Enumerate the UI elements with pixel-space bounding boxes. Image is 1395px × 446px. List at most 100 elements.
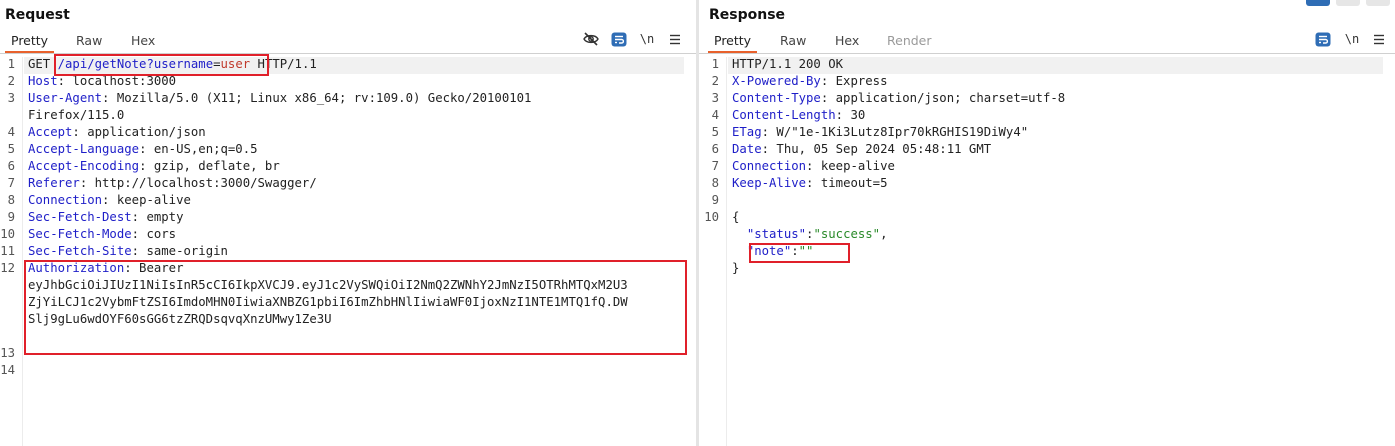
header-name: Date [732, 142, 762, 156]
header-value: : Thu, 05 Sep 2024 05:48:11 GMT [761, 142, 992, 156]
json-key: "status" [746, 227, 807, 241]
line-number: 13 [0, 346, 15, 360]
wrap-icon[interactable] [1313, 30, 1333, 48]
layout-button[interactable] [1336, 0, 1360, 6]
header-value: : timeout=5 [806, 176, 888, 190]
header-name: ETag [732, 125, 762, 139]
code-line: Keep-Alive: timeout=5 [732, 176, 887, 190]
code-line: Firefox/115.0 [28, 108, 124, 122]
response-pane: Response Pretty Raw Hex Render \n 1 HTTP/… [699, 0, 1395, 446]
header-name: Connection [732, 159, 807, 173]
request-pane: Request Pretty Raw Hex \n 1 GET /api/getN… [0, 0, 696, 446]
line-number: 5 [711, 125, 719, 139]
json-punct: , [880, 227, 888, 241]
line-number: 1 [7, 57, 15, 71]
line-number: 9 [7, 210, 15, 224]
layout-button[interactable] [1306, 0, 1330, 6]
code-line: ETag: W/"1e-1Ki3Lutz8Ipr70kRGHIS19DiWy4" [732, 125, 1028, 139]
response-editor[interactable]: 1 HTTP/1.1 200 OK 2 X-Powered-By: Express 3 C… [699, 57, 1395, 446]
request-title: Request [5, 7, 70, 23]
code-line: } [732, 261, 739, 275]
tab-hex[interactable]: Hex [835, 33, 859, 48]
header-name: Sec-Fetch-Dest [28, 210, 132, 224]
response-title: Response [709, 7, 786, 23]
line-number: 10 [0, 227, 15, 241]
header-name: Connection [28, 193, 103, 207]
line-number: 8 [711, 176, 719, 190]
line-number: 3 [711, 91, 719, 105]
code-line: Connection: keep-alive [28, 193, 191, 207]
header-value: : empty [131, 210, 184, 224]
line-number: 14 [0, 363, 15, 377]
code-line: HTTP/1.1 200 OK [732, 57, 843, 71]
code-line: Sec-Fetch-Dest: empty [28, 210, 183, 224]
note-highlight-box [749, 243, 850, 263]
header-value: : Express [820, 74, 888, 88]
wrap-icon[interactable] [609, 30, 629, 48]
code-line: Referer: http://localhost:3000/Swagger/ [28, 176, 317, 190]
line-number: 9 [711, 193, 719, 207]
header-name: Accept [28, 125, 73, 139]
line-number: 2 [711, 74, 719, 88]
header-value: : http://localhost:3000/Swagger/ [79, 176, 317, 190]
header-value: : localhost:3000 [57, 74, 177, 88]
code-line: Content-Type: application/json; charset=… [732, 91, 1065, 105]
tab-raw[interactable]: Raw [780, 33, 806, 48]
code-line: { [732, 210, 739, 224]
header-name: Content-Length [732, 108, 836, 122]
line-number: 1 [711, 57, 719, 71]
code-line: Accept: application/json [28, 125, 206, 139]
code-line: User-Agent: Mozilla/5.0 (X11; Linux x86_… [28, 91, 531, 105]
code-line: X-Powered-By: Express [732, 74, 887, 88]
menu-icon[interactable] [1369, 30, 1389, 48]
line-number: 6 [711, 142, 719, 156]
header-value: : cors [131, 227, 177, 241]
line-number: 7 [711, 159, 719, 173]
header-value: : same-origin [131, 244, 228, 258]
tab-pretty[interactable]: Pretty [707, 33, 758, 53]
header-name: User-Agent [28, 91, 103, 105]
newline-icon[interactable]: \n [1342, 30, 1362, 48]
header-value: : W/"1e-1Ki3Lutz8Ipr70kRGHIS19DiWy4" [761, 125, 1029, 139]
header-value: : 30 [835, 108, 866, 122]
header-value: : en-US,en;q=0.5 [139, 142, 258, 156]
code-line: Accept-Encoding: gzip, deflate, br [28, 159, 280, 173]
header-name: Host [28, 74, 58, 88]
eye-slash-icon[interactable] [581, 30, 601, 48]
authorization-highlight-box [24, 260, 687, 355]
request-editor[interactable]: 1 GET /api/getNote?username=user HTTP/1.1… [0, 54, 696, 446]
line-number: 2 [7, 74, 15, 88]
header-value: : Mozilla/5.0 (X11; Linux x86_64; rv:109… [102, 91, 532, 105]
header-name: Keep-Alive [732, 176, 807, 190]
line-number: 5 [7, 142, 15, 156]
header-value: : gzip, deflate, br [139, 159, 280, 173]
code-text: Firefox/115.0 [28, 108, 125, 122]
tab-raw[interactable]: Raw [76, 33, 102, 48]
code-line: Sec-Fetch-Site: same-origin [28, 244, 228, 258]
code-text: { [732, 210, 740, 224]
line-number: 3 [7, 91, 15, 105]
header-name: Referer [28, 176, 80, 190]
line-number: 7 [7, 176, 15, 190]
tab-hex[interactable]: Hex [131, 33, 155, 48]
response-tab-underline [699, 53, 1395, 54]
code-text: } [732, 261, 740, 275]
tab-pretty[interactable]: Pretty [4, 33, 55, 53]
newline-icon[interactable]: \n [637, 30, 657, 48]
code-line: Sec-Fetch-Mode: cors [28, 227, 176, 241]
line-number: 6 [7, 159, 15, 173]
header-name: Content-Type [732, 91, 821, 105]
gutter-separator [22, 57, 23, 446]
line-number: 8 [7, 193, 15, 207]
code-line: "status":"success", [732, 227, 888, 241]
menu-icon[interactable] [665, 30, 685, 48]
header-value: : application/json; charset=utf-8 [820, 91, 1066, 105]
code-line: Host: localhost:3000 [28, 74, 176, 88]
json-string: "success" [813, 227, 881, 241]
code-line: Date: Thu, 05 Sep 2024 05:48:11 GMT [732, 142, 991, 156]
line-number: 4 [7, 125, 15, 139]
layout-button[interactable] [1366, 0, 1390, 6]
line-number: 11 [0, 244, 15, 258]
